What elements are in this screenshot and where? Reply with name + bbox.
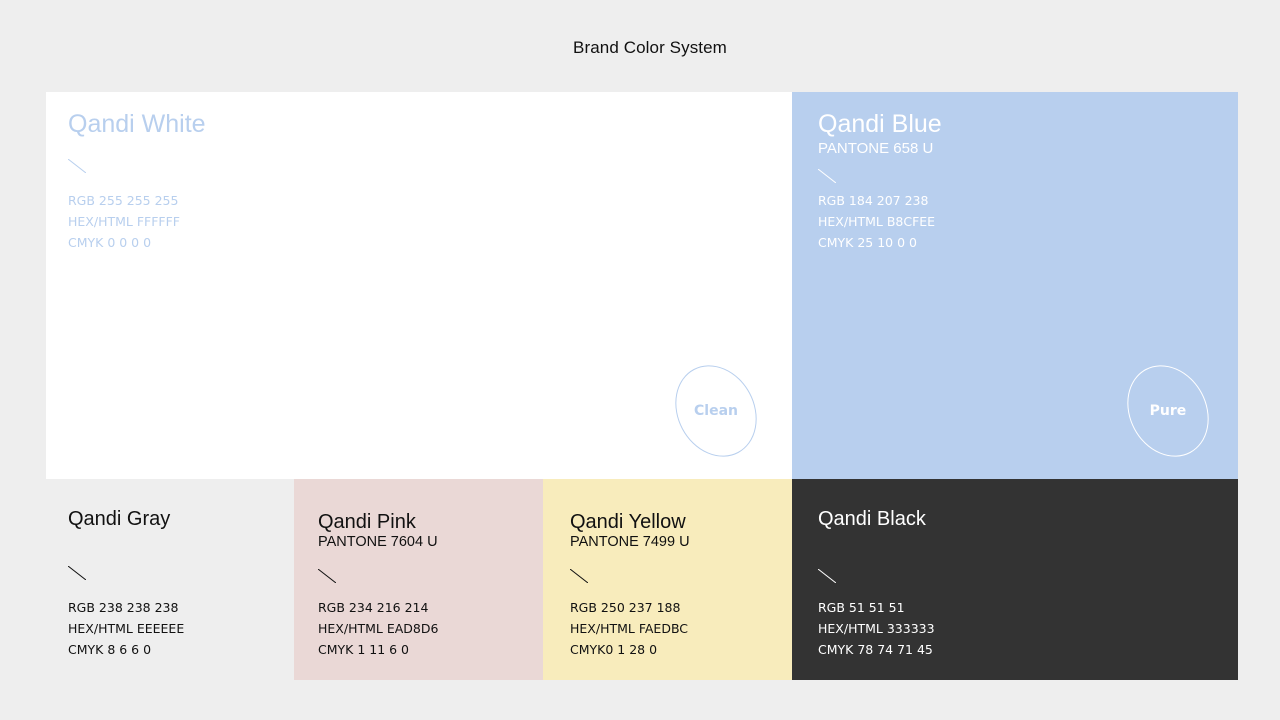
slash-divider-icon — [68, 159, 86, 173]
cmyk-value: CMYK 8 6 6 0 — [68, 642, 152, 657]
cmyk-value: CMYK 0 0 0 0 — [68, 235, 152, 250]
color-specs: RGB 234 216 214 HEX/HTML EAD8D6 CMYK 1 1… — [318, 597, 438, 660]
cmyk-value: CMYK 25 10 0 0 — [818, 235, 917, 250]
color-specs: RGB 51 51 51 HEX/HTML 333333 CMYK 78 74 … — [818, 597, 935, 660]
color-specs: RGB 255 255 255 HEX/HTML FFFFFF CMYK 0 0… — [68, 190, 180, 253]
slash-divider-icon — [818, 169, 836, 183]
hex-value: HEX/HTML FFFFFF — [68, 214, 180, 229]
swatch-name: Qandi Blue — [818, 110, 942, 138]
swatch-qandi-white: Qandi White RGB 255 255 255 HEX/HTML FFF… — [46, 92, 792, 479]
keyword-badge: Pure — [1120, 363, 1216, 459]
cmyk-value: CMYK0 1 28 0 — [570, 642, 658, 657]
slash-divider-icon — [818, 569, 836, 583]
swatch-name: Qandi Gray — [68, 508, 171, 530]
color-specs: RGB 250 237 188 HEX/HTML FAEDBC CMYK0 1 … — [570, 597, 688, 660]
hex-value: HEX/HTML B8CFEE — [818, 214, 936, 229]
cmyk-value: CMYK 1 11 6 0 — [318, 642, 410, 657]
color-specs: RGB 184 207 238 HEX/HTML B8CFEE CMYK 25 … — [818, 190, 935, 253]
hex-value: HEX/HTML EEEEEE — [68, 621, 185, 636]
rgb-value: RGB 184 207 238 — [818, 193, 929, 208]
hex-value: HEX/HTML EAD8D6 — [318, 621, 439, 636]
hex-value: HEX/HTML 333333 — [818, 621, 935, 636]
hex-value: HEX/HTML FAEDBC — [570, 621, 689, 636]
swatch-name: Qandi White — [68, 110, 206, 138]
swatch-qandi-black: Qandi Black RGB 51 51 51 HEX/HTML 333333… — [792, 479, 1238, 680]
slash-divider-icon — [570, 569, 588, 583]
swatch-name: Qandi Yellow — [570, 511, 686, 533]
swatch-qandi-gray: Qandi Gray RGB 238 238 238 HEX/HTML EEEE… — [46, 479, 294, 680]
rgb-value: RGB 250 237 188 — [570, 600, 681, 615]
rgb-value: RGB 51 51 51 — [818, 600, 905, 615]
keyword-label: Clean — [694, 403, 738, 419]
slash-divider-icon — [68, 566, 86, 580]
swatch-pantone: PANTONE 7499 U — [570, 534, 690, 550]
rgb-value: RGB 234 216 214 — [318, 600, 429, 615]
cmyk-value: CMYK 78 74 71 45 — [818, 642, 933, 657]
swatch-name: Qandi Black — [818, 508, 926, 530]
swatch-qandi-blue: Qandi Blue PANTONE 658 U RGB 184 207 238… — [792, 92, 1238, 479]
keyword-badge: Clean — [668, 363, 764, 459]
swatch-qandi-yellow: Qandi Yellow PANTONE 7499 U RGB 250 237 … — [543, 479, 792, 680]
swatch-name: Qandi Pink — [318, 511, 416, 533]
rgb-value: RGB 255 255 255 — [68, 193, 179, 208]
page-title: Brand Color System — [573, 38, 727, 57]
rgb-value: RGB 238 238 238 — [68, 600, 179, 615]
color-specs: RGB 238 238 238 HEX/HTML EEEEEE CMYK 8 6… — [68, 597, 184, 660]
swatch-qandi-pink: Qandi Pink PANTONE 7604 U RGB 234 216 21… — [294, 479, 543, 680]
keyword-label: Pure — [1149, 403, 1187, 419]
slash-divider-icon — [318, 569, 336, 583]
swatch-pantone: PANTONE 7604 U — [318, 534, 438, 550]
swatch-pantone: PANTONE 658 U — [818, 140, 934, 157]
